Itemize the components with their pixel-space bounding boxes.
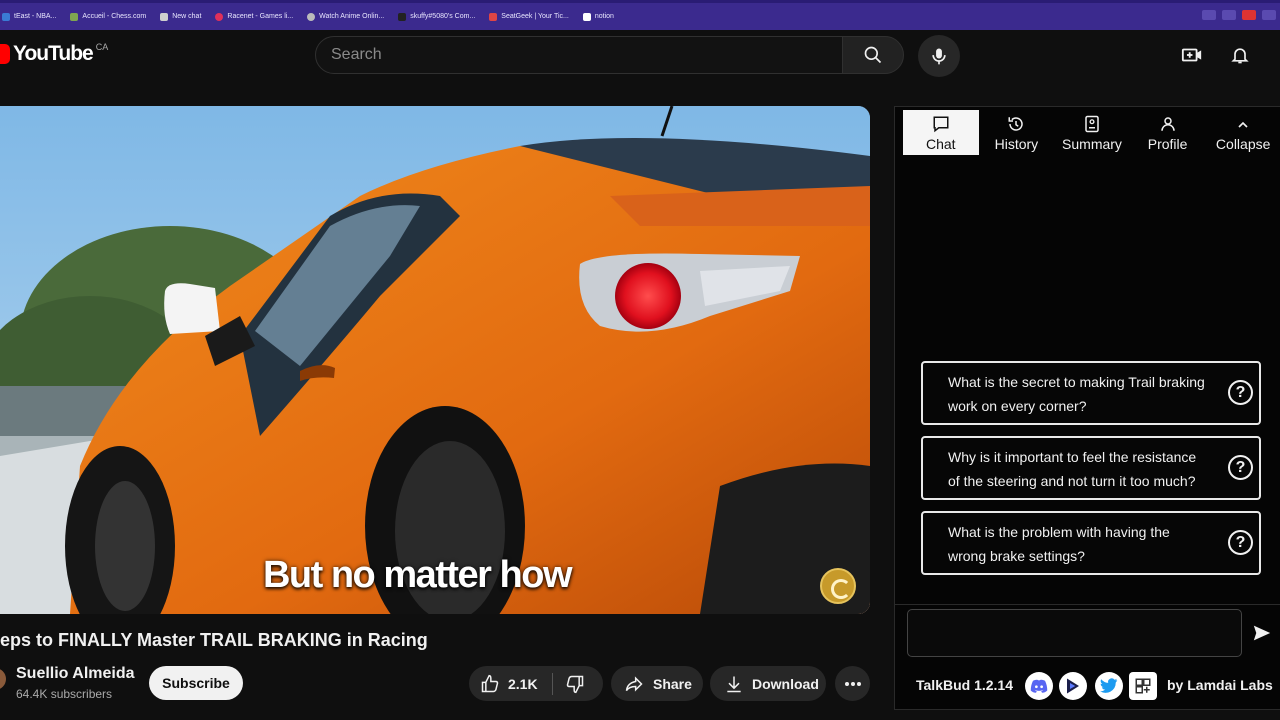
notifications-button[interactable]	[1227, 42, 1253, 68]
extension-icon[interactable]	[1222, 10, 1236, 20]
dislike-button[interactable]	[553, 674, 585, 694]
send-icon	[1253, 625, 1271, 641]
question-mark-icon: ?	[1228, 530, 1253, 555]
tab-summary[interactable]: Summary	[1054, 107, 1130, 155]
bookmark-racenet[interactable]: Racenet - Games li...	[215, 12, 293, 21]
bookmark-chess[interactable]: Accueil - Chess.com	[70, 12, 146, 21]
subscribe-button[interactable]: Subscribe	[149, 666, 243, 700]
chess-favicon	[70, 12, 79, 21]
extension-link[interactable]	[1129, 672, 1157, 700]
bookmark-notion[interactable]: notion	[582, 12, 614, 21]
channel-name[interactable]: Suellio Almeida	[16, 665, 135, 683]
bookmark-seatgeek[interactable]: SeatGeek | Your Tic...	[489, 12, 569, 21]
create-button[interactable]	[1179, 42, 1205, 68]
create-video-icon	[1181, 48, 1202, 62]
extensions-area	[1202, 10, 1276, 20]
chat-input[interactable]	[907, 609, 1242, 657]
like-button[interactable]: 2.1K	[469, 674, 538, 694]
skuffy-favicon	[398, 12, 407, 21]
discord-icon	[1030, 679, 1048, 693]
youtube-play-icon	[0, 44, 10, 64]
twitter-icon	[1100, 678, 1118, 693]
send-button[interactable]	[1247, 618, 1277, 648]
tab-profile[interactable]: Profile	[1130, 107, 1206, 155]
talkbud-footer: TalkBud 1.2.14 by Lamdai Labs	[895, 669, 1280, 701]
profile-icon	[1160, 117, 1175, 131]
thumbs-up-icon	[481, 674, 499, 692]
bookmarks-bar: tEast - NBA... Accueil - Chess.com New c…	[0, 0, 1280, 30]
channel-watermark-icon[interactable]	[820, 568, 856, 604]
bell-icon	[1231, 48, 1249, 64]
twitter-link[interactable]	[1095, 672, 1123, 700]
suggested-question[interactable]: What is the problem with having the wron…	[921, 511, 1261, 575]
chat-bubble-icon	[933, 116, 949, 133]
like-dislike-group: 2.1K	[469, 666, 603, 701]
suggested-question[interactable]: What is the secret to making Trail braki…	[921, 361, 1261, 425]
video-frame	[0, 106, 870, 614]
question-mark-icon: ?	[1228, 455, 1253, 480]
youtube-logo[interactable]: YouTube CA	[0, 42, 108, 66]
question-mark-icon: ?	[1228, 380, 1253, 405]
summary-icon	[1085, 115, 1099, 133]
anime-favicon	[307, 12, 316, 21]
video-player[interactable]: But no matter how	[0, 106, 870, 614]
bookmark-new-chat[interactable]: New chat	[160, 12, 201, 21]
youtube-header: YouTube CA	[0, 30, 1280, 82]
more-actions-button[interactable]	[835, 666, 870, 701]
voice-search-button[interactable]	[918, 35, 960, 77]
bookmark-anime[interactable]: Watch Anime Onlin...	[307, 12, 384, 21]
divider	[895, 604, 1280, 605]
brand-label: by Lamdai Labs	[1167, 677, 1273, 693]
suggested-questions: What is the secret to making Trail braki…	[921, 361, 1261, 586]
talkbud-panel: Chat History Summary Profile Collapse Wh…	[894, 106, 1280, 710]
nba-favicon	[2, 12, 10, 21]
chat-favicon	[160, 12, 169, 21]
tab-collapse[interactable]: Collapse	[1205, 107, 1280, 155]
suggested-question[interactable]: Why is it important to feel the resistan…	[921, 436, 1261, 500]
like-count: 2.1K	[508, 675, 538, 692]
search-field[interactable]	[315, 36, 843, 74]
video-title: eps to FINALLY Master TRAIL BRAKING in R…	[0, 630, 428, 650]
notion-favicon	[582, 12, 591, 21]
thumbs-down-icon	[566, 675, 583, 693]
chevron-up-icon	[1238, 121, 1248, 128]
extension-icon[interactable]	[1242, 10, 1256, 20]
more-horizontal-icon	[844, 681, 861, 686]
talkbud-version: TalkBud 1.2.14	[916, 677, 1014, 693]
search-button[interactable]	[842, 36, 904, 74]
video-caption: But no matter how	[262, 554, 573, 596]
talkbud-tabs: Chat History Summary Profile Collapse	[895, 107, 1280, 159]
subscriber-count: 64.4K subscribers	[16, 687, 113, 701]
search-icon	[864, 46, 882, 64]
history-icon	[1008, 117, 1024, 131]
download-icon	[727, 676, 741, 692]
search-input[interactable]	[331, 46, 842, 64]
tab-history[interactable]: History	[979, 107, 1055, 155]
extension-icon[interactable]	[1202, 10, 1216, 20]
share-button[interactable]: Share	[611, 666, 703, 701]
channel-avatar[interactable]	[0, 668, 6, 690]
download-button[interactable]: Download	[710, 666, 826, 701]
lamdai-link[interactable]	[1059, 672, 1087, 700]
lamdai-icon	[1067, 678, 1079, 694]
microphone-icon	[932, 48, 946, 65]
bookmark-nba[interactable]: tEast - NBA...	[2, 12, 56, 21]
racenet-favicon	[215, 12, 224, 21]
extension-icon[interactable]	[1262, 10, 1276, 20]
bookmark-skuffy[interactable]: skuffy#5080's Com...	[398, 12, 475, 21]
puzzle-icon	[1135, 678, 1151, 694]
share-arrow-icon	[625, 675, 643, 692]
tab-chat[interactable]: Chat	[903, 110, 979, 155]
discord-link[interactable]	[1025, 672, 1053, 700]
seatgeek-favicon	[489, 12, 498, 21]
